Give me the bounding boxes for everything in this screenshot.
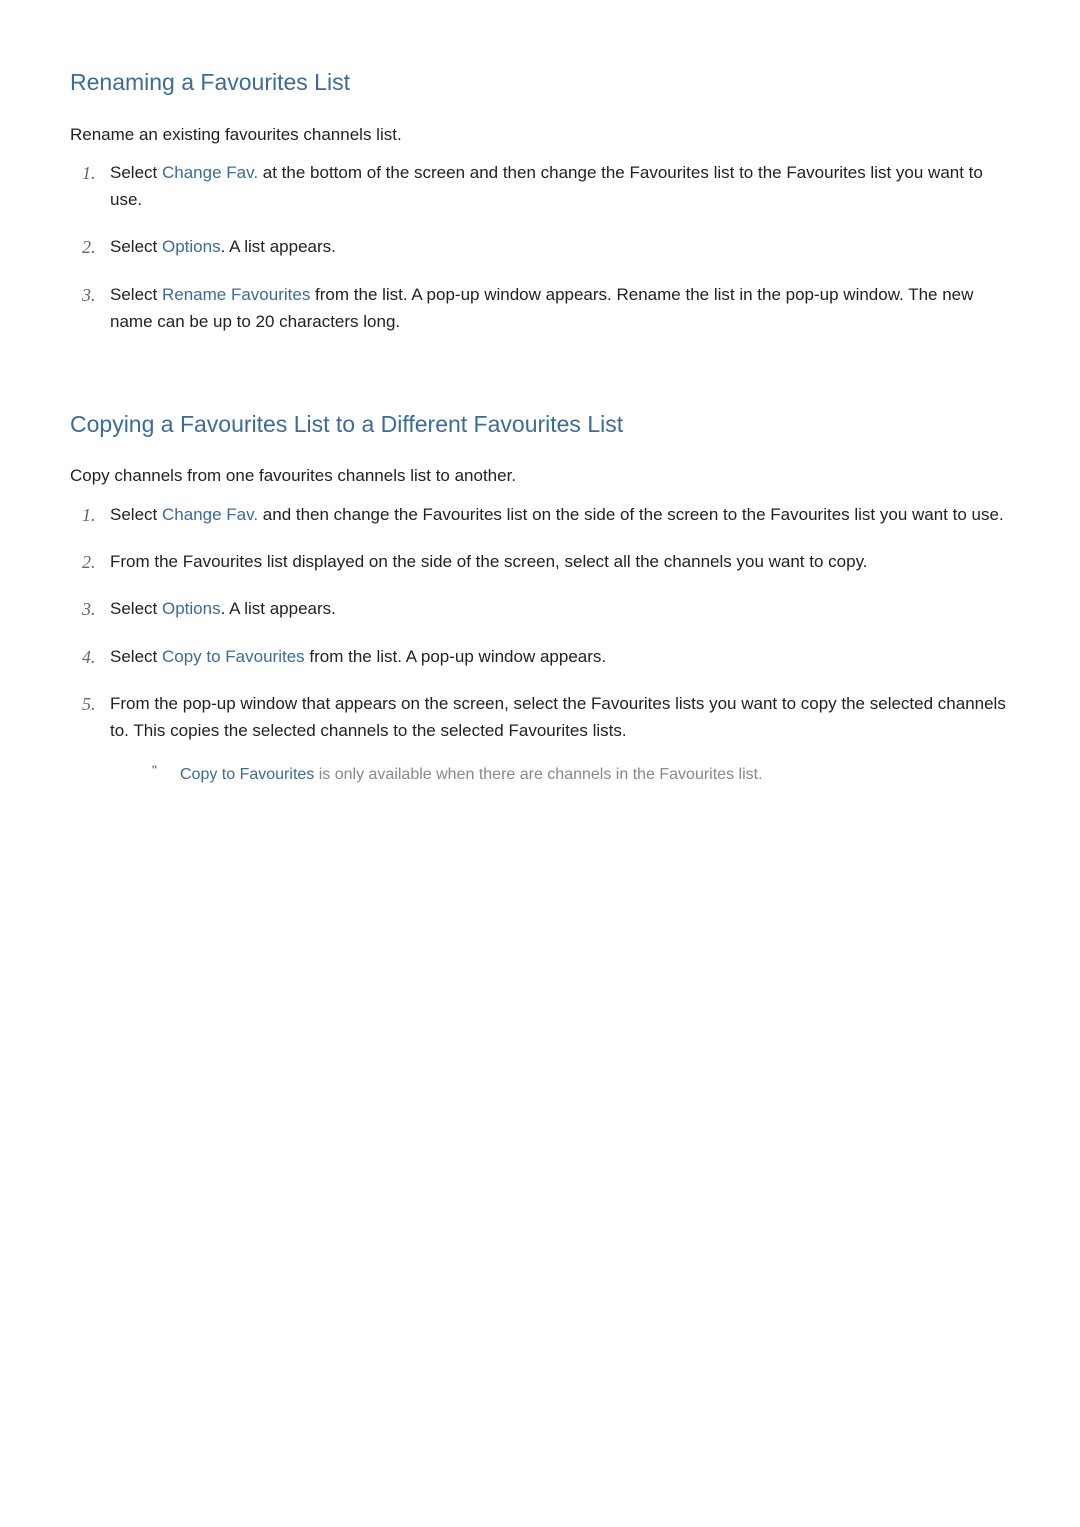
step-text-prefix: Select	[110, 237, 162, 256]
step-text-prefix: Select	[110, 285, 162, 304]
intro-text-renaming: Rename an existing favourites channels l…	[70, 122, 1010, 148]
note-text: is only available when there are channel…	[314, 766, 762, 783]
step-text-suffix: and then change the Favourites list on t…	[258, 505, 1004, 524]
step-number: 3.	[82, 595, 96, 624]
step-text-prefix: Select	[110, 647, 162, 666]
step-number: 4.	[82, 643, 96, 672]
step-item: 3. Select Options. A list appears.	[70, 595, 1010, 622]
step-number: 2.	[82, 548, 96, 577]
section-heading-copying: Copying a Favourites List to a Different…	[70, 407, 1010, 442]
step-text-suffix: From the pop-up window that appears on t…	[110, 694, 1006, 740]
step-number: 2.	[82, 233, 96, 262]
step-text-suffix: . A list appears.	[221, 599, 336, 618]
step-highlight: Options	[162, 237, 221, 256]
step-number: 1.	[82, 159, 96, 188]
step-item: 1. Select Change Fav. and then change th…	[70, 501, 1010, 528]
intro-text-copying: Copy channels from one favourites channe…	[70, 463, 1010, 489]
step-text-prefix: Select	[110, 599, 162, 618]
step-item: 3. Select Rename Favourites from the lis…	[70, 281, 1010, 335]
step-number: 1.	[82, 501, 96, 530]
step-highlight: Change Fav.	[162, 505, 258, 524]
step-text-suffix: From the Favourites list displayed on th…	[110, 552, 868, 571]
step-highlight: Options	[162, 599, 221, 618]
section-heading-renaming: Renaming a Favourites List	[70, 65, 1010, 100]
step-text-prefix: Select	[110, 163, 162, 182]
step-text-prefix: Select	[110, 505, 162, 524]
step-highlight: Change Fav.	[162, 163, 258, 182]
step-text-suffix: . A list appears.	[221, 237, 336, 256]
step-list-renaming: 1. Select Change Fav. at the bottom of t…	[70, 159, 1010, 335]
step-item: 1. Select Change Fav. at the bottom of t…	[70, 159, 1010, 213]
step-number: 5.	[82, 690, 96, 719]
step-highlight: Copy to Favourites	[162, 647, 305, 666]
step-item: 2. From the Favourites list displayed on…	[70, 548, 1010, 575]
step-number: 3.	[82, 281, 96, 310]
step-highlight: Rename Favourites	[162, 285, 310, 304]
note-marker-icon: "	[152, 759, 157, 781]
step-item: 5. From the pop-up window that appears o…	[70, 690, 1010, 788]
step-item: 4. Select Copy to Favourites from the li…	[70, 643, 1010, 670]
note-highlight: Copy to Favourites	[180, 766, 314, 783]
step-list-copying: 1. Select Change Fav. and then change th…	[70, 501, 1010, 788]
note-item: " Copy to Favourites is only available w…	[110, 762, 1010, 788]
step-item: 2. Select Options. A list appears.	[70, 233, 1010, 260]
step-text-suffix: from the list. A pop-up window appears.	[305, 647, 606, 666]
